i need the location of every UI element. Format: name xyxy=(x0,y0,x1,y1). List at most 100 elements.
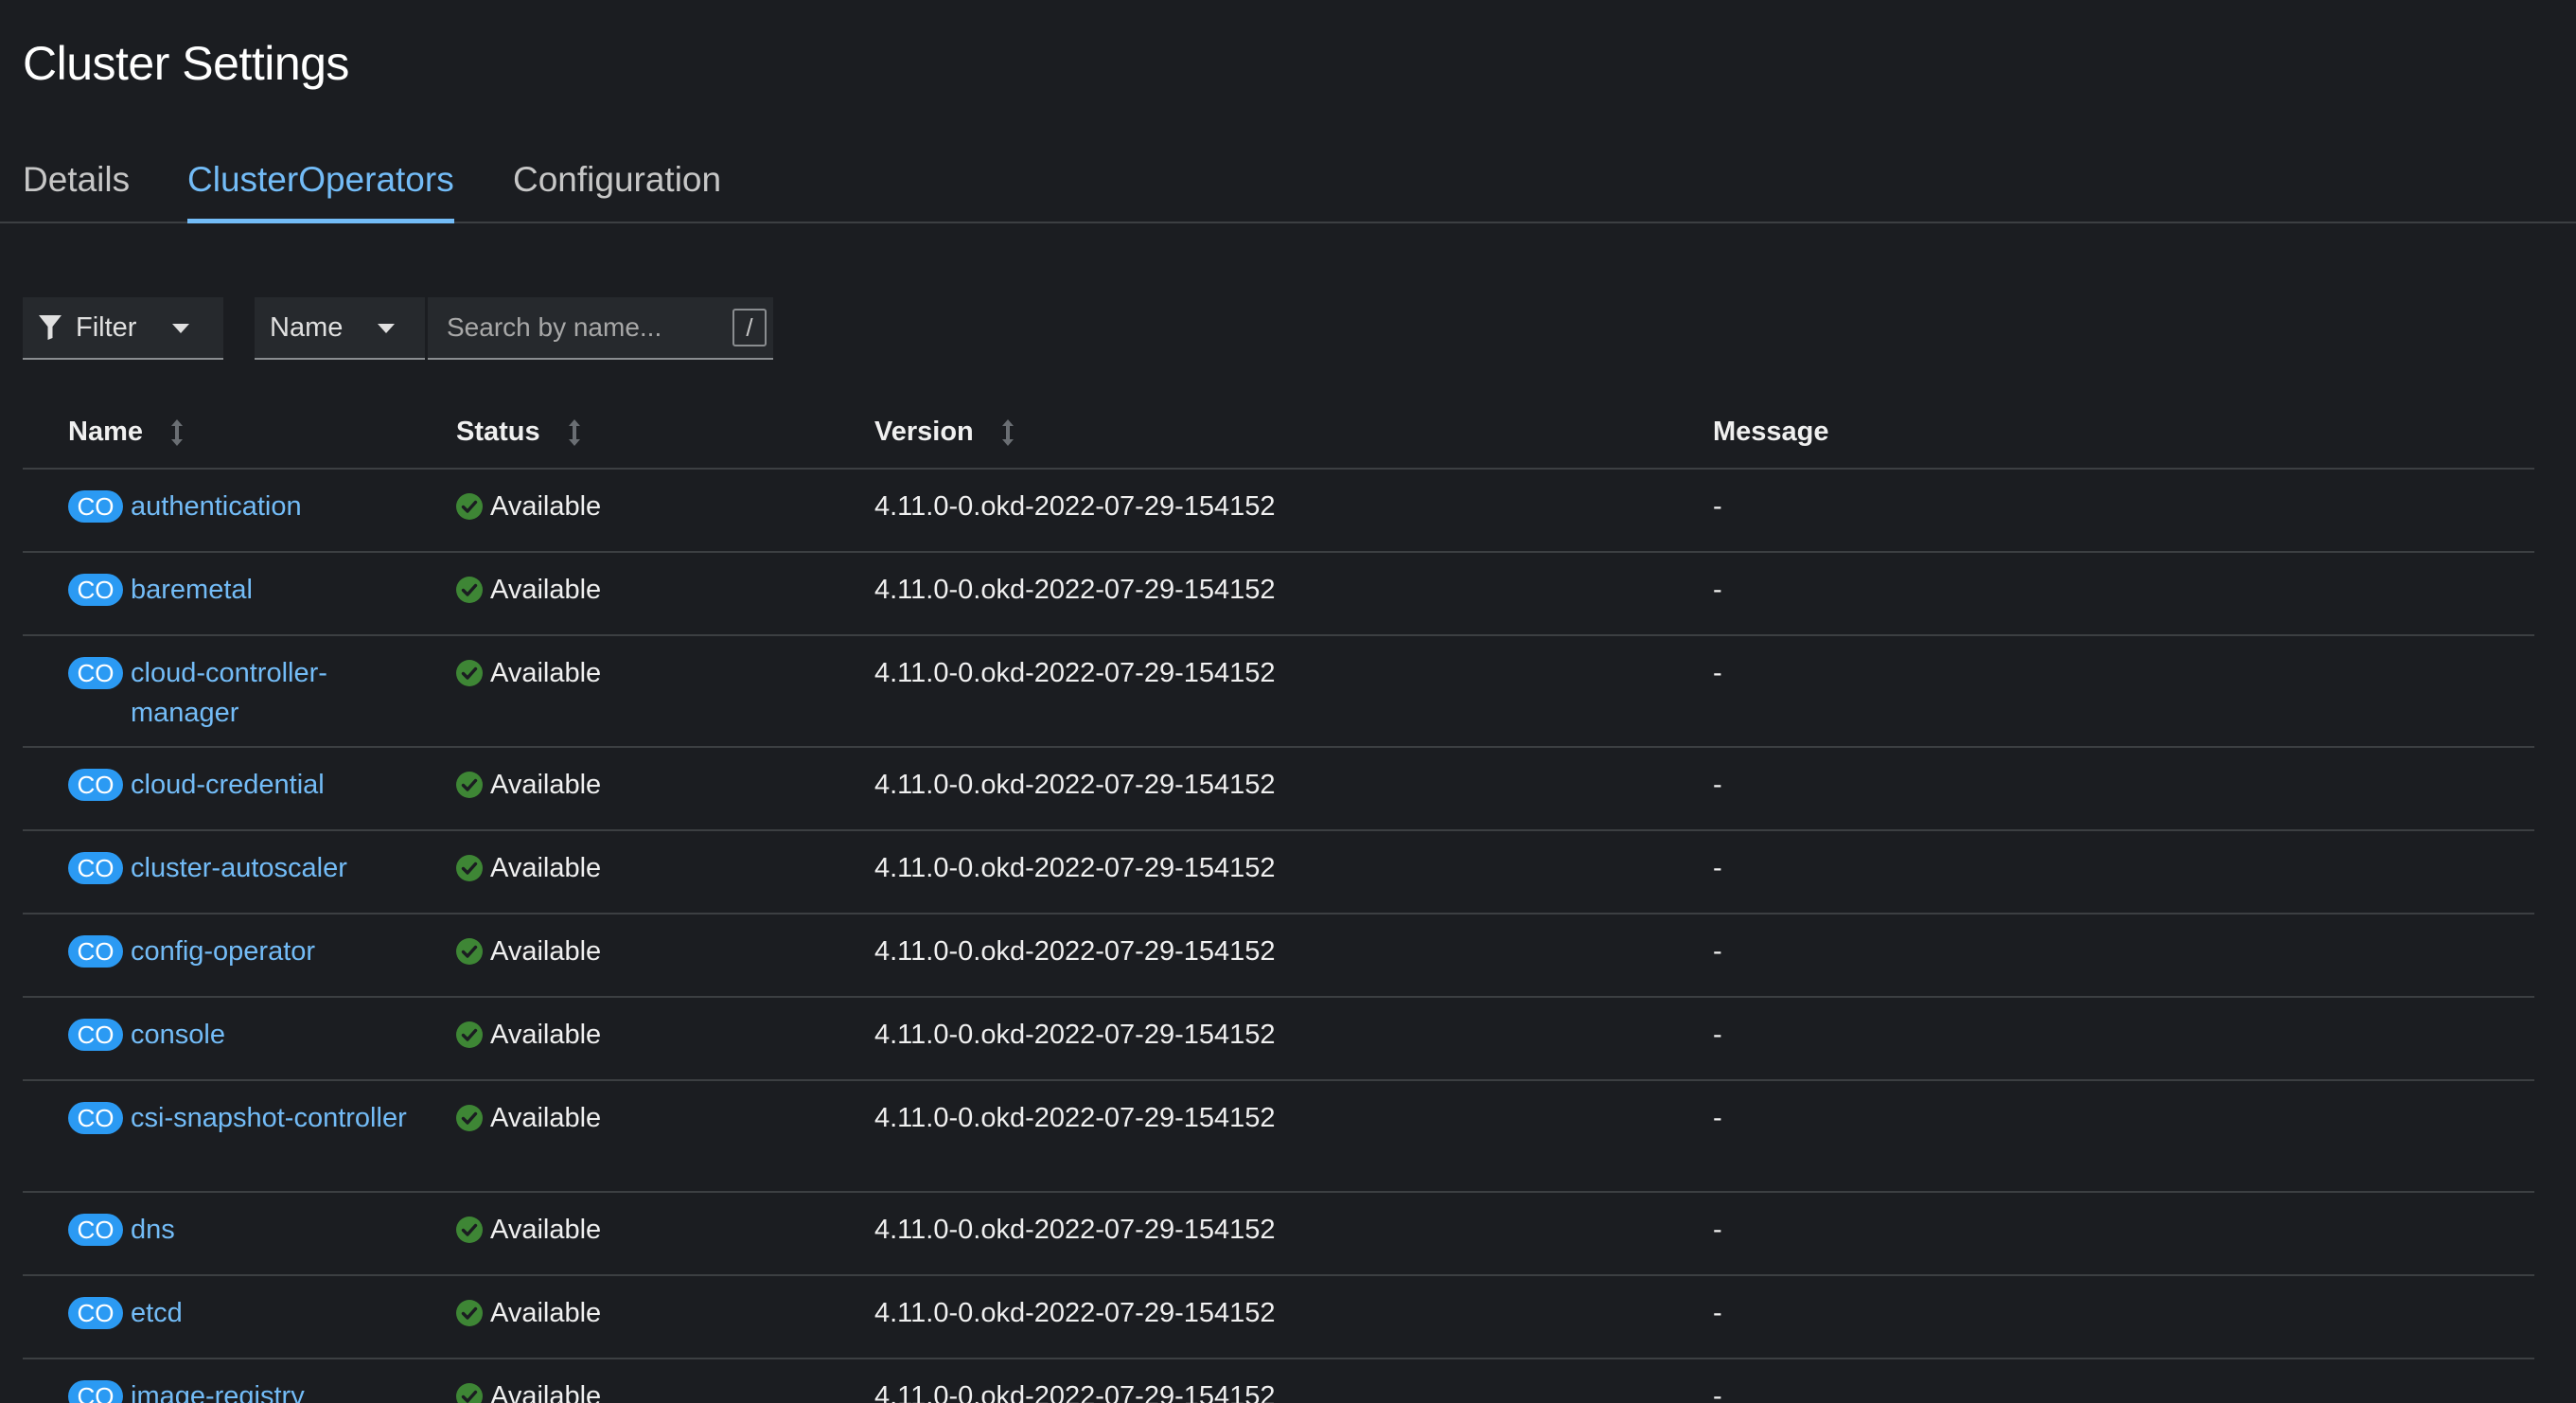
version-cell: 4.11.0-0.okd-2022-07-29-154152 xyxy=(874,491,1276,522)
operator-name-link[interactable]: etcd xyxy=(131,1293,433,1333)
message-cell: - xyxy=(1713,853,1722,883)
version-cell: 4.11.0-0.okd-2022-07-29-154152 xyxy=(874,936,1276,967)
status-cell: Available xyxy=(456,1015,601,1055)
operator-name-link[interactable]: cloud-controller-manager xyxy=(131,653,433,733)
check-circle-icon xyxy=(456,772,483,798)
status-cell: Available xyxy=(456,932,601,971)
operator-name-link[interactable]: csi-snapshot-controller xyxy=(131,1098,433,1138)
check-circle-icon xyxy=(456,1105,483,1131)
check-circle-icon xyxy=(456,577,483,603)
check-circle-icon xyxy=(456,938,483,965)
version-cell: 4.11.0-0.okd-2022-07-29-154152 xyxy=(874,853,1276,883)
filter-type-select[interactable]: Name xyxy=(255,297,425,360)
table-row: CO baremetal Available 4.11.0-0.okd-2022… xyxy=(23,553,2534,636)
caret-down-icon xyxy=(378,324,395,333)
co-resource-badge: CO xyxy=(68,1380,123,1403)
name-cell: CO authentication xyxy=(68,487,433,526)
status-cell: Available xyxy=(456,848,601,888)
column-header-label: Status xyxy=(456,417,540,447)
column-header-status[interactable]: Status xyxy=(456,417,582,448)
page-title: Cluster Settings xyxy=(23,37,349,90)
status-cell: Available xyxy=(456,653,601,693)
table-body: CO authentication Available 4.11.0-0.okd… xyxy=(23,470,2534,1403)
filter-label: Filter xyxy=(76,311,137,343)
column-header-label: Name xyxy=(68,417,143,447)
table-row: CO csi-snapshot-controller Available 4.1… xyxy=(23,1081,2534,1193)
operator-name-link[interactable]: console xyxy=(131,1015,433,1055)
co-resource-badge: CO xyxy=(68,574,123,606)
message-cell: - xyxy=(1713,658,1722,688)
table-row: CO config-operator Available 4.11.0-0.ok… xyxy=(23,915,2534,998)
version-cell: 4.11.0-0.okd-2022-07-29-154152 xyxy=(874,770,1276,800)
caret-down-icon xyxy=(172,324,189,333)
tab-configuration[interactable]: Configuration xyxy=(513,153,721,222)
table-row: CO cloud-controller-manager Available 4.… xyxy=(23,636,2534,748)
status-text: Available xyxy=(490,1381,602,1403)
keyboard-shortcut-hint: / xyxy=(732,309,767,346)
sort-icon[interactable] xyxy=(567,418,582,447)
message-cell: - xyxy=(1713,1215,1722,1245)
check-circle-icon xyxy=(456,1300,483,1326)
sort-icon[interactable] xyxy=(1000,418,1015,447)
operator-name-link[interactable]: cluster-autoscaler xyxy=(131,848,433,888)
name-cell: CO config-operator xyxy=(68,932,433,971)
status-cell: Available xyxy=(456,1293,601,1333)
column-header-version[interactable]: Version xyxy=(874,417,1015,448)
co-resource-badge: CO xyxy=(68,490,123,523)
name-cell: CO console xyxy=(68,1015,433,1055)
operator-name-link[interactable]: image-registry xyxy=(131,1376,433,1403)
status-cell: Available xyxy=(456,1210,601,1250)
message-cell: - xyxy=(1713,1020,1722,1050)
sort-icon[interactable] xyxy=(169,418,185,447)
message-cell: - xyxy=(1713,1298,1722,1328)
tab-cluster-operators[interactable]: ClusterOperators xyxy=(187,153,454,223)
search-box: / xyxy=(428,297,773,360)
status-text: Available xyxy=(490,1103,602,1133)
name-cell: CO cluster-autoscaler xyxy=(68,848,433,888)
operator-name-link[interactable]: baremetal xyxy=(131,570,433,610)
co-resource-badge: CO xyxy=(68,769,123,801)
filter-dropdown-button[interactable]: Filter xyxy=(23,297,223,360)
co-resource-badge: CO xyxy=(68,1297,123,1329)
version-cell: 4.11.0-0.okd-2022-07-29-154152 xyxy=(874,575,1276,605)
column-header-name[interactable]: Name xyxy=(68,417,185,448)
operator-name-link[interactable]: config-operator xyxy=(131,932,433,971)
status-text: Available xyxy=(490,936,602,967)
name-cell: CO baremetal xyxy=(68,570,433,610)
message-cell: - xyxy=(1713,491,1722,522)
message-cell: - xyxy=(1713,936,1722,967)
co-resource-badge: CO xyxy=(68,1019,123,1051)
cluster-operators-table: Name Status Version Message CO authentic… xyxy=(23,398,2534,1403)
message-cell: - xyxy=(1713,1381,1722,1403)
co-resource-badge: CO xyxy=(68,1102,123,1134)
status-text: Available xyxy=(490,853,602,883)
name-cell: CO etcd xyxy=(68,1293,433,1333)
status-cell: Available xyxy=(456,1376,601,1403)
table-row: CO cluster-autoscaler Available 4.11.0-0… xyxy=(23,831,2534,915)
check-circle-icon xyxy=(456,1217,483,1243)
operator-name-link[interactable]: dns xyxy=(131,1210,433,1250)
status-cell: Available xyxy=(456,570,601,610)
tab-bar: Details ClusterOperators Configuration xyxy=(0,153,2576,223)
status-text: Available xyxy=(490,770,602,800)
message-cell: - xyxy=(1713,575,1722,605)
operator-name-link[interactable]: cloud-credential xyxy=(131,765,433,805)
search-input[interactable] xyxy=(428,297,731,358)
version-cell: 4.11.0-0.okd-2022-07-29-154152 xyxy=(874,1103,1276,1133)
version-cell: 4.11.0-0.okd-2022-07-29-154152 xyxy=(874,1381,1276,1403)
version-cell: 4.11.0-0.okd-2022-07-29-154152 xyxy=(874,1298,1276,1328)
operator-name-link[interactable]: authentication xyxy=(131,487,433,526)
name-cell: CO dns xyxy=(68,1210,433,1250)
tab-details[interactable]: Details xyxy=(23,153,130,222)
column-header-label: Version xyxy=(874,417,974,447)
check-circle-icon xyxy=(456,660,483,686)
name-cell: CO cloud-credential xyxy=(68,765,433,805)
filter-type-value: Name xyxy=(270,311,344,343)
cluster-settings-page: Cluster Settings Details ClusterOperator… xyxy=(0,0,2576,1403)
column-header-message: Message xyxy=(1713,417,1829,448)
status-cell: Available xyxy=(456,765,601,805)
version-cell: 4.11.0-0.okd-2022-07-29-154152 xyxy=(874,658,1276,688)
check-circle-icon xyxy=(456,1383,483,1403)
status-text: Available xyxy=(490,658,602,688)
status-cell: Available xyxy=(456,1098,601,1138)
